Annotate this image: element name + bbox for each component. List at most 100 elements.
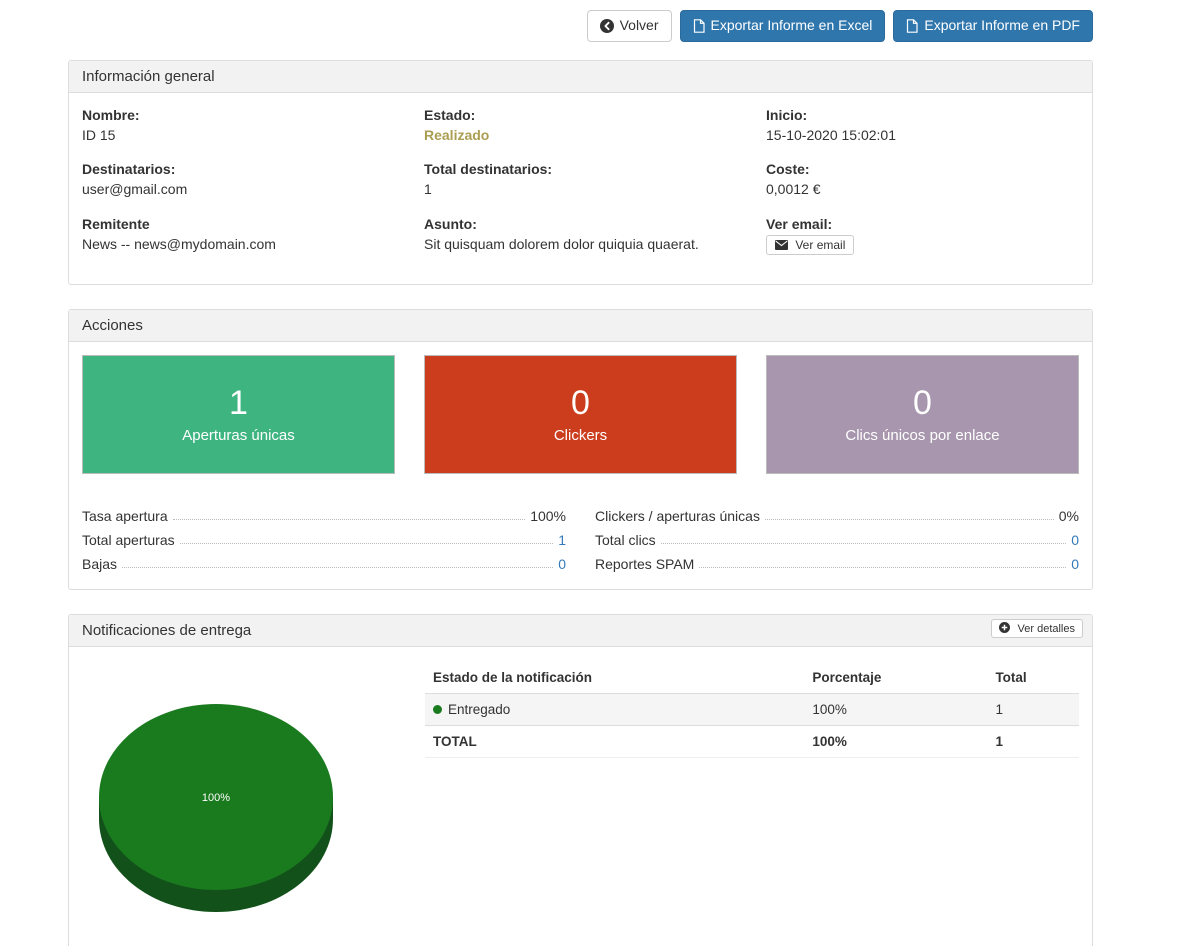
general-info-title: Información general (82, 68, 215, 85)
stat-value: 100% (530, 508, 566, 524)
action-box-value: 1 (229, 385, 248, 422)
action-box: 0 Clics únicos por enlace (766, 355, 1079, 474)
status-cell: Entregado (425, 693, 804, 725)
stat-row: Total aperturas 1 (82, 528, 566, 552)
actions-panel: Acciones 1 Aperturas únicas 0 Clickers 0… (68, 309, 1093, 590)
plus-circle-icon (999, 623, 1013, 635)
stat-label: Clickers / aperturas únicas (595, 508, 760, 524)
total-row-total: 1 (987, 725, 1079, 757)
field-value: News -- news@mydomain.com (82, 235, 395, 253)
field-estado: Estado: Realizado (424, 106, 737, 144)
percentage-cell: 100% (804, 693, 987, 725)
field-label: Total destinatarios: (424, 160, 737, 178)
stat-value-link[interactable]: 1 (558, 532, 566, 548)
action-box-label: Clickers (554, 427, 607, 444)
table-row-total: TOTAL 100% 1 (425, 725, 1079, 757)
stat-label: Total clics (595, 532, 656, 548)
stat-row: Reportes SPAM 0 (595, 552, 1079, 576)
export-excel-button[interactable]: Exportar Informe en Excel (680, 10, 886, 42)
general-info-body: Nombre: ID 15 Estado: Realizado Inicio: … (69, 93, 1092, 284)
dotted-leader (122, 567, 553, 568)
view-email-label: Ver email (795, 238, 845, 252)
action-boxes: 1 Aperturas únicas 0 Clickers 0 Clics ún… (82, 355, 1079, 474)
stat-label: Tasa apertura (82, 508, 168, 524)
action-box-label: Aperturas únicas (182, 427, 295, 444)
dotted-leader (765, 519, 1054, 520)
pie-slice-label: 100% (202, 792, 230, 804)
dotted-leader (180, 543, 554, 544)
view-email-button[interactable]: Ver email (766, 235, 854, 255)
column-header-percentage: Porcentaje (804, 662, 987, 694)
export-pdf-button[interactable]: Exportar Informe en PDF (893, 10, 1093, 42)
field-nombre: Nombre: ID 15 (82, 106, 395, 144)
general-info-heading: Información general (69, 61, 1092, 93)
stat-value: 0% (1059, 508, 1079, 524)
column-header-status: Estado de la notificación (425, 662, 804, 694)
view-details-button[interactable]: Ver detalles (991, 619, 1083, 638)
field-value: 15-10-2020 15:02:01 (766, 126, 1079, 144)
stat-label: Reportes SPAM (595, 556, 694, 572)
action-box-label: Clics únicos por enlace (845, 427, 999, 444)
action-box: 1 Aperturas únicas (82, 355, 395, 474)
dotted-leader (699, 567, 1066, 568)
envelope-icon (775, 238, 791, 252)
field-label: Asunto: (424, 215, 737, 233)
field-label: Destinatarios: (82, 160, 395, 178)
field-label: Coste: (766, 160, 1079, 178)
table-row-entregado: Entregado 100% 1 (425, 693, 1079, 725)
delivery-pie-chart: 100% (82, 660, 425, 916)
stat-value-link[interactable]: 0 (1071, 556, 1079, 572)
field-value: 0,0012 € (766, 180, 1079, 198)
action-box-value: 0 (571, 385, 590, 422)
field-remitente: Remitente News -- news@mydomain.com (82, 215, 395, 255)
field-value: 1 (424, 180, 737, 198)
back-button[interactable]: Volver (587, 10, 672, 42)
delivery-notifications-title: Notificaciones de entrega (82, 622, 251, 639)
field-inicio: Inicio: 15-10-2020 15:02:01 (766, 106, 1079, 144)
delivery-table-header-row: Estado de la notificación Porcentaje Tot… (425, 662, 1079, 694)
delivery-notifications-panel: Notificaciones de entrega Ver detalles 1… (68, 614, 1093, 946)
general-info-panel: Información general Nombre: ID 15 Estado… (68, 60, 1093, 285)
toolbar: Volver Exportar Informe en Excel Exporta… (68, 10, 1093, 42)
status-dot-icon (433, 705, 442, 714)
dotted-leader (661, 543, 1067, 544)
actions-title: Acciones (82, 317, 143, 334)
back-icon (600, 19, 614, 33)
total-row-label: TOTAL (425, 725, 804, 757)
stat-label: Bajas (82, 556, 117, 572)
actions-heading: Acciones (69, 310, 1092, 342)
stat-label: Total aperturas (82, 532, 175, 548)
stats-column-right: Clickers / aperturas únicas 0% Total cli… (595, 504, 1079, 576)
delivery-notifications-body: 100% Estado de la notificación Porcentaj… (69, 647, 1092, 946)
dotted-leader (173, 519, 526, 520)
stats-column-left: Tasa apertura 100% Total aperturas 1 Baj… (82, 504, 566, 576)
delivery-notifications-heading: Notificaciones de entrega Ver detalles (69, 615, 1092, 647)
status-label: Entregado (448, 702, 510, 717)
back-button-label: Volver (620, 16, 659, 36)
field-ver-email: Ver email: Ver email (766, 215, 1079, 255)
action-box-value: 0 (913, 385, 932, 422)
stat-value-link[interactable]: 0 (1071, 532, 1079, 548)
delivery-table: Estado de la notificación Porcentaje Tot… (425, 662, 1079, 758)
column-header-total: Total (987, 662, 1079, 694)
view-details-label: Ver detalles (1018, 623, 1075, 635)
stat-row: Total clics 0 (595, 528, 1079, 552)
field-value: ID 15 (82, 126, 395, 144)
field-asunto: Asunto: Sit quisquam dolorem dolor quiqu… (424, 215, 737, 255)
field-coste: Coste: 0,0012 € (766, 160, 1079, 198)
field-total-destinatarios: Total destinatarios: 1 (424, 160, 737, 198)
actions-body: 1 Aperturas únicas 0 Clickers 0 Clics ún… (69, 342, 1092, 589)
stat-row: Bajas 0 (82, 552, 566, 576)
pie-chart-svg: 100% (98, 704, 334, 916)
field-label: Remitente (82, 215, 395, 233)
field-label: Inicio: (766, 106, 1079, 124)
status-badge: Realizado (424, 126, 737, 144)
field-value: Sit quisquam dolorem dolor quiquia quaer… (424, 235, 737, 253)
report-page: Volver Exportar Informe en Excel Exporta… (0, 0, 1179, 946)
export-excel-label: Exportar Informe en Excel (711, 16, 873, 36)
stat-value-link[interactable]: 0 (558, 556, 566, 572)
field-label: Ver email: (766, 215, 1079, 233)
file-icon (693, 19, 705, 33)
stat-row: Tasa apertura 100% (82, 504, 566, 528)
field-destinatarios: Destinatarios: user@gmail.com (82, 160, 395, 198)
